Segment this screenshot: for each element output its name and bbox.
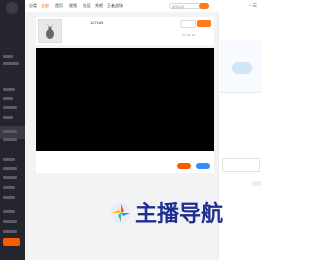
nav-item-active[interactable]: 全部 — [41, 3, 49, 9]
sidebar-item[interactable] — [3, 130, 17, 133]
blue-action-button[interactable] — [196, 163, 210, 169]
sidebar-item[interactable] — [3, 210, 15, 213]
subscribe-button[interactable] — [197, 20, 211, 27]
cloud-icon — [232, 62, 252, 74]
bunny-icon — [46, 22, 54, 39]
sidebar-item[interactable] — [3, 116, 13, 119]
sidebar-highlight-item[interactable] — [3, 238, 20, 246]
nav-item[interactable]: 分类 — [29, 3, 37, 9]
sidebar-item[interactable] — [3, 230, 17, 233]
search-button[interactable] — [199, 3, 209, 9]
nav-item[interactable]: 视频 — [69, 3, 77, 9]
sidebar-item[interactable] — [3, 97, 13, 100]
player-control-bar — [36, 151, 214, 173]
sidebar-item[interactable] — [3, 167, 17, 170]
send-button[interactable] — [252, 181, 261, 186]
sidebar-item[interactable] — [3, 55, 13, 58]
nav-item[interactable]: 社区 — [83, 3, 91, 9]
gift-button[interactable] — [177, 163, 191, 169]
sidebar-item[interactable] — [3, 186, 15, 189]
nav-item[interactable]: 王者战场 — [107, 3, 123, 9]
sidebar-item[interactable] — [3, 158, 15, 161]
follow-button[interactable] — [180, 20, 196, 28]
sidebar-item[interactable] — [3, 138, 17, 141]
sidebar-item[interactable] — [3, 88, 15, 91]
share-icon[interactable]: ▭ ▭ ▭ — [182, 32, 196, 37]
watermark-logo-icon — [111, 203, 131, 223]
video-player[interactable] — [36, 48, 214, 151]
sidebar-item[interactable] — [3, 196, 15, 199]
sidebar-item[interactable] — [3, 106, 17, 109]
room-id: 127165 — [90, 20, 104, 25]
sidebar-logo-icon[interactable] — [6, 2, 18, 14]
avatar[interactable] — [38, 19, 62, 43]
sidebar-item[interactable] — [3, 220, 17, 223]
sidebar-item[interactable] — [3, 176, 17, 179]
divider — [219, 92, 261, 93]
nav-item[interactable]: 秀吧 — [95, 3, 103, 9]
user-icon[interactable]: ◔ ☰ — [248, 3, 257, 9]
sidebar-item[interactable] — [3, 62, 19, 65]
chat-input[interactable] — [222, 158, 260, 172]
nav-item[interactable]: 首页 — [55, 3, 63, 9]
left-sidebar — [0, 0, 25, 260]
watermark-text: 主播导航 — [135, 201, 224, 226]
